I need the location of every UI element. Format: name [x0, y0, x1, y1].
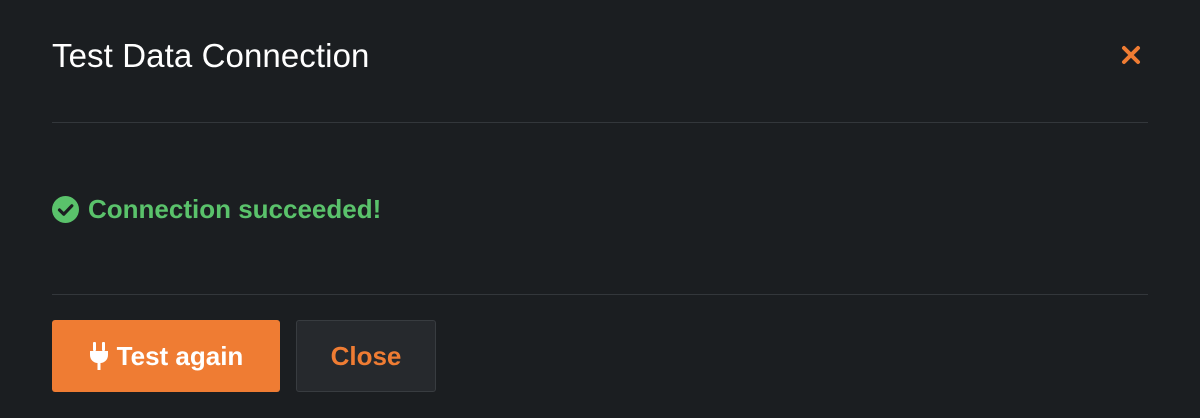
check-circle-icon	[52, 195, 79, 223]
dialog-footer: Test again Close	[52, 320, 436, 392]
dialog-body: Connection succeeded!	[52, 123, 1148, 295]
test-again-button[interactable]: Test again	[52, 320, 280, 392]
test-again-label: Test again	[116, 340, 244, 371]
test-data-connection-dialog: Test Data Connection Connection succeede…	[0, 0, 1200, 418]
status-message: Connection succeeded!	[88, 194, 382, 224]
close-label: Close	[330, 340, 402, 371]
connection-status: Connection succeeded!	[52, 194, 381, 224]
close-button[interactable]: Close	[296, 320, 436, 392]
dialog-header: Test Data Connection	[52, 0, 1148, 123]
dialog-title: Test Data Connection	[52, 37, 370, 74]
plug-icon	[89, 342, 108, 370]
close-icon[interactable]	[1118, 42, 1144, 68]
